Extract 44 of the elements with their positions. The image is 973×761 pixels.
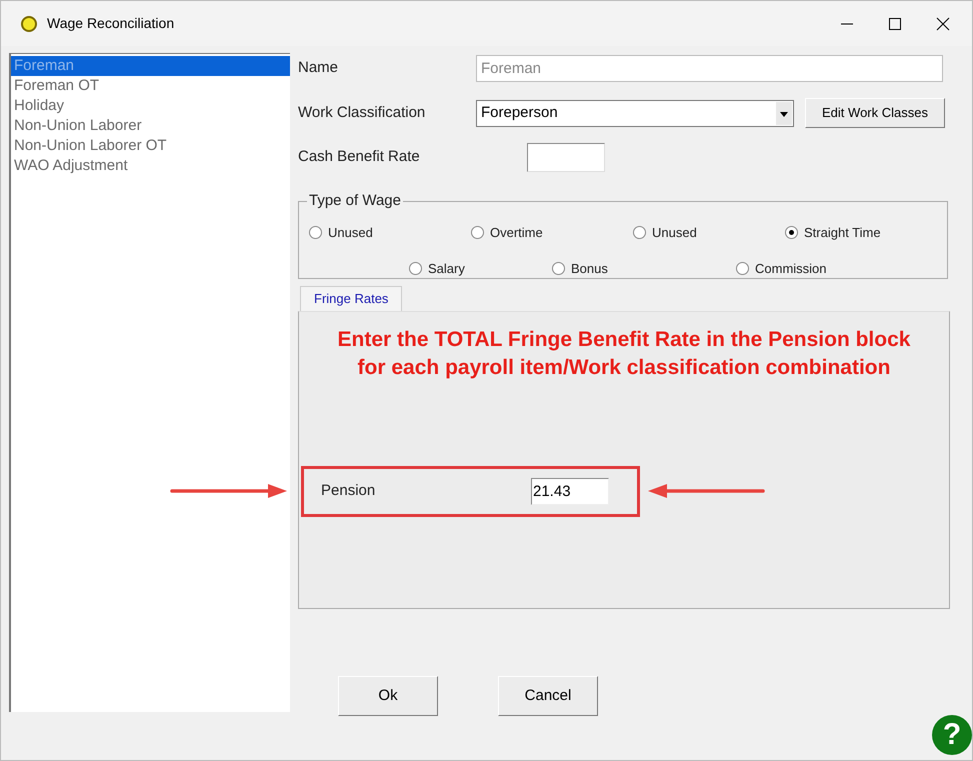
radio-option[interactable]: Overtime — [471, 223, 633, 242]
radio-label: Bonus — [571, 260, 608, 278]
window-title: Wage Reconciliation — [47, 14, 174, 33]
tab[interactable]: Fringe Rates — [300, 286, 402, 311]
close-icon[interactable] — [936, 16, 950, 30]
radio-button[interactable] — [785, 226, 798, 240]
radio-option[interactable]: Unused — [309, 223, 471, 242]
radio-label: Unused — [328, 224, 373, 242]
maximize-icon[interactable] — [888, 16, 902, 30]
cancel-button[interactable]: Cancel — [498, 676, 598, 716]
pension-field[interactable]: 21.43 — [531, 478, 609, 505]
field-label: Work Classification — [298, 102, 426, 123]
list-item[interactable]: Foreman OT — [11, 76, 290, 96]
work-classification-dropdown[interactable]: Foreperson — [476, 100, 794, 126]
radio-label: Unused — [652, 224, 697, 242]
caret-icon — [776, 102, 792, 124]
field-label: Name — [298, 58, 340, 78]
radio-label: Overtime — [490, 224, 543, 242]
help-button[interactable]: ? — [932, 715, 972, 755]
radio-label: Salary — [428, 260, 465, 278]
list-item[interactable]: Holiday — [11, 96, 290, 116]
edit-work-classes-button[interactable]: Edit Work Classes — [805, 98, 945, 128]
radio-option[interactable]: Bonus — [552, 258, 736, 278]
field-label: Pension — [321, 481, 376, 502]
list-item[interactable]: Non-Union Laborer — [11, 116, 290, 136]
cash-benefit-rate-field[interactable] — [527, 142, 605, 172]
list-item[interactable]: WAO Adjustment — [11, 156, 290, 176]
radio-button[interactable] — [633, 226, 646, 240]
field-label: Cash Benefit Rate — [298, 146, 421, 167]
list-item[interactable]: Non-Union Laborer OT — [11, 136, 290, 156]
radio-option[interactable]: Straight Time — [785, 223, 905, 242]
ok-button[interactable]: Ok — [338, 676, 438, 716]
radio-button[interactable] — [409, 262, 422, 275]
annotation-text: Enter the TOTAL Fringe Benefit Rate in the Pension block for each payroll item/Work classification combination — [336, 327, 912, 381]
radio-button[interactable] — [736, 262, 749, 275]
radio-option[interactable]: Salary — [409, 258, 552, 278]
radio-button[interactable] — [552, 262, 565, 275]
radio-option[interactable]: Commission — [736, 258, 827, 278]
radio-button[interactable] — [471, 226, 484, 240]
radio-label: Straight Time — [804, 224, 881, 242]
radio-button[interactable] — [309, 226, 322, 240]
group-title: Type of Wage — [307, 192, 403, 210]
radio-label: Commission — [755, 260, 827, 278]
radio-option[interactable]: Unused — [633, 223, 785, 242]
